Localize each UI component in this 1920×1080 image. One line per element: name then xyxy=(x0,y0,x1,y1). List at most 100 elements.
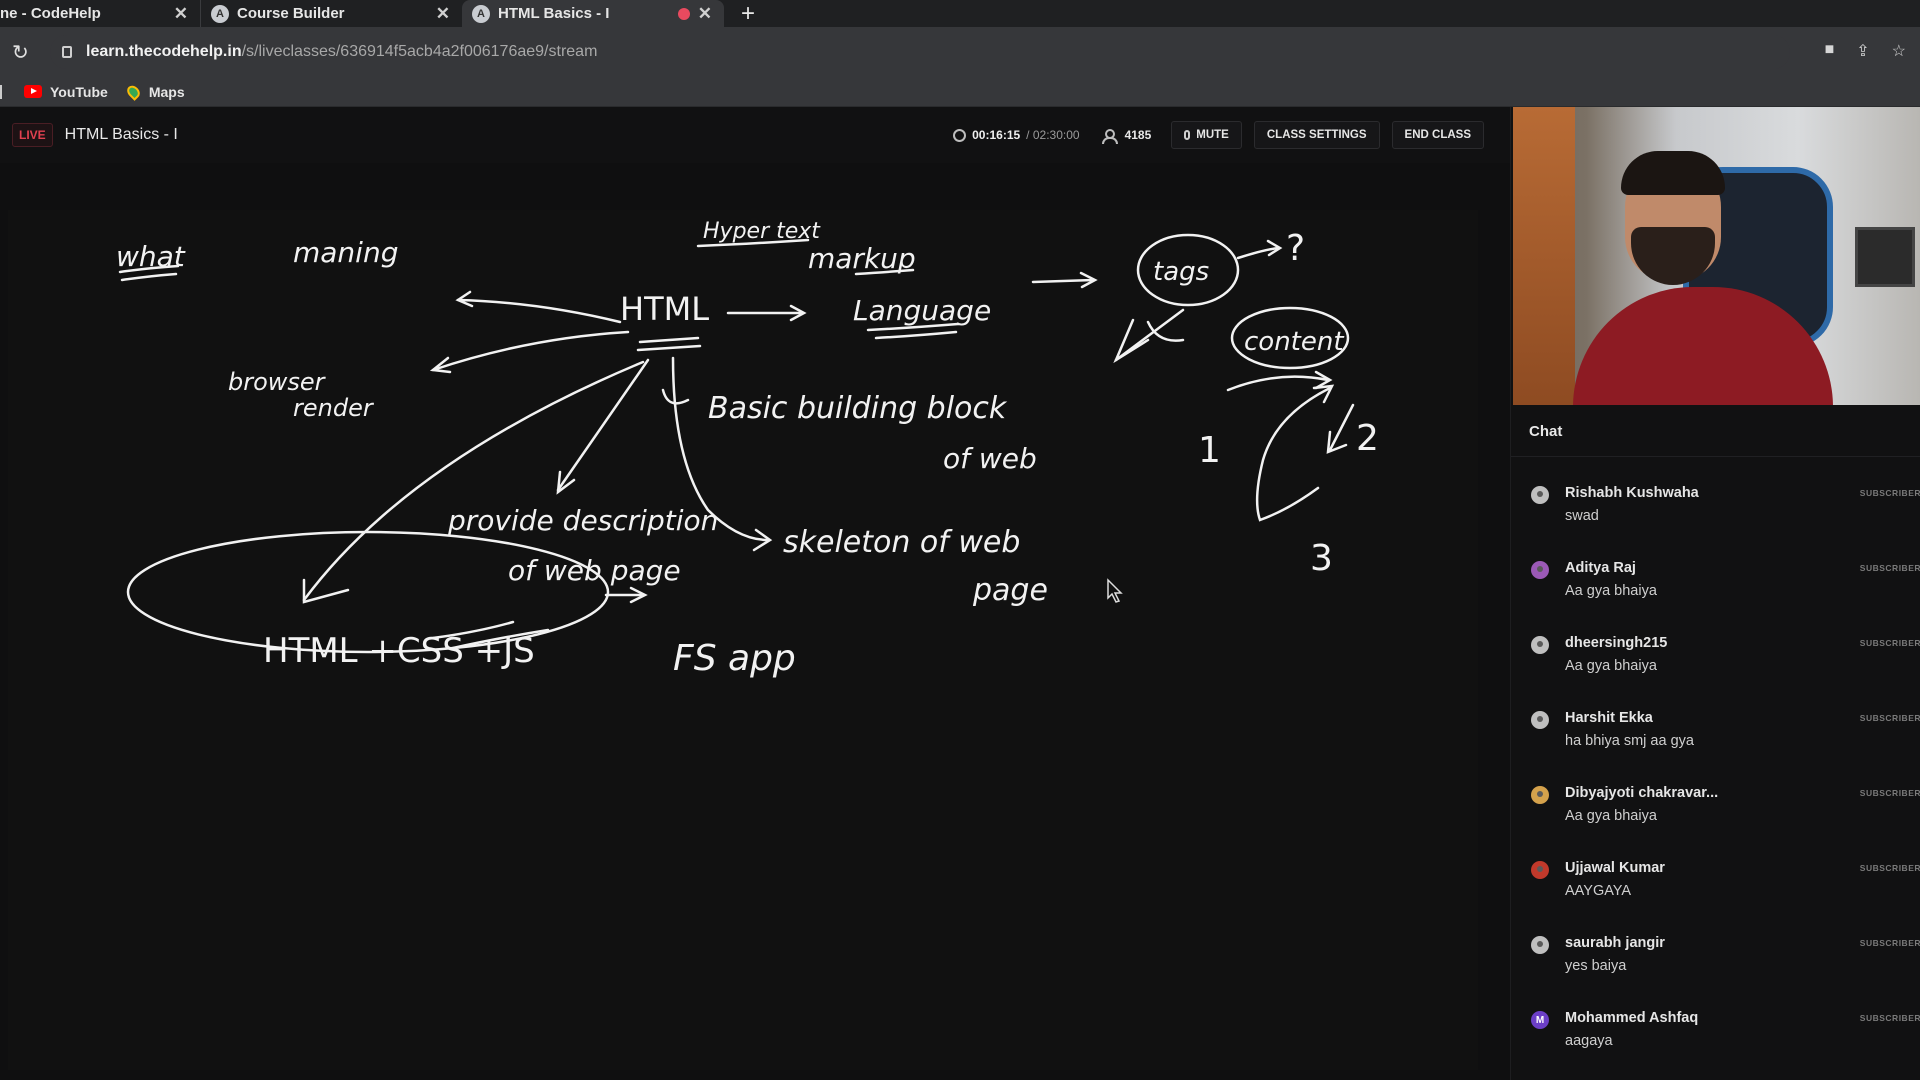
chat-message: Rishabh Kushwaha swad SUBSCRIBER xyxy=(1511,482,1920,557)
note-fs-app: FS app xyxy=(673,638,796,679)
note-what: what xyxy=(116,240,186,273)
subscriber-badge: SUBSCRIBER xyxy=(1859,788,1920,798)
note-of-web-page: of web page xyxy=(508,554,681,587)
bookmark-label: YouTube xyxy=(50,83,108,100)
reload-icon[interactable]: ↻ xyxy=(12,40,29,65)
close-tab-icon[interactable]: ✕ xyxy=(174,4,188,24)
address-bar-row: ↻ learn.thecodehelp.in/s/liveclasses/636… xyxy=(0,27,1920,77)
apps-icon[interactable] xyxy=(0,84,6,99)
subscriber-badge: SUBSCRIBER xyxy=(1859,563,1920,573)
note-of-web: of web xyxy=(943,442,1037,475)
note-question: ? xyxy=(1286,228,1305,269)
recording-icon xyxy=(678,8,690,20)
right-panel: Chat Rishabh Kushwaha swad SUBSCRIBER Ad… xyxy=(1510,107,1920,1080)
chat-text: aagaya xyxy=(1565,1033,1613,1049)
subscriber-badge: SUBSCRIBER xyxy=(1859,488,1920,498)
avatar xyxy=(1531,486,1549,504)
clock-icon xyxy=(953,128,967,142)
camera-icon[interactable]: ■ xyxy=(1825,41,1835,61)
chat-message: saurabh jangir yes baiya SUBSCRIBER xyxy=(1511,932,1920,1007)
chat-text: Aa gya bhaiya xyxy=(1565,658,1657,674)
bookmark-maps[interactable]: Maps xyxy=(124,82,185,101)
class-controls: 00:16:15 / 02:30:00 4185 MUTE CLASS SETT… xyxy=(953,121,1484,149)
subscriber-badge: SUBSCRIBER xyxy=(1859,863,1920,873)
chat-message: Dibyajyoti chakravar... Aa gya bhaiya SU… xyxy=(1511,782,1920,857)
mute-button[interactable]: MUTE xyxy=(1171,121,1242,149)
lock-icon xyxy=(62,46,72,58)
codehelp-icon: A xyxy=(472,4,490,23)
note-three: 3 xyxy=(1310,538,1333,579)
subscriber-badge: SUBSCRIBER xyxy=(1859,638,1920,648)
share-icon[interactable]: ⇪ xyxy=(1856,41,1869,61)
chat-title: Chat xyxy=(1511,405,1920,457)
chat-text: yes baiya xyxy=(1565,958,1627,974)
class-timer: 00:16:15 / 02:30:00 xyxy=(953,128,1080,142)
note-markup: markup xyxy=(808,242,916,275)
tab-label: Course Builder xyxy=(237,5,345,22)
chat-message: dheersingh215 Aa gya bhaiya SUBSCRIBER xyxy=(1511,632,1920,707)
note-language: Language xyxy=(853,294,991,327)
end-class-button[interactable]: END CLASS xyxy=(1391,121,1484,149)
subscriber-badge: SUBSCRIBER xyxy=(1859,1013,1920,1023)
chat-text: swad xyxy=(1565,508,1599,524)
note-page: page xyxy=(972,573,1048,608)
tab-label: HTML Basics - I xyxy=(498,5,610,22)
url-host: learn.thecodehelp.in xyxy=(86,43,242,60)
url-field[interactable]: learn.thecodehelp.in/s/liveclasses/63691… xyxy=(50,35,1790,69)
bookmarks-bar: YouTube Maps xyxy=(0,77,1920,107)
note-provide: provide description xyxy=(447,504,718,537)
note-tags: tags xyxy=(1153,257,1209,287)
chat-list: Rishabh Kushwaha swad SUBSCRIBER Aditya … xyxy=(1511,482,1920,1080)
note-render: render xyxy=(293,394,375,422)
browser-tab-bar: ne - CodeHelp ✕ A Course Builder ✕ A HTM… xyxy=(0,0,1920,27)
note-basic: Basic building block xyxy=(708,391,1008,426)
note-content: content xyxy=(1244,327,1344,357)
tab-codehelp[interactable]: ne - CodeHelp ✕ xyxy=(0,0,200,27)
chat-text: Aa gya bhaiya xyxy=(1565,808,1657,824)
class-settings-button[interactable]: CLASS SETTINGS xyxy=(1253,121,1380,149)
viewer-count-value: 4185 xyxy=(1124,128,1152,142)
subscriber-badge: SUBSCRIBER xyxy=(1859,938,1920,948)
time-elapsed: 00:16:15 xyxy=(972,128,1021,142)
close-tab-icon[interactable]: ✕ xyxy=(698,4,712,24)
note-html: HTML xyxy=(620,290,709,328)
mute-label: MUTE xyxy=(1196,129,1229,141)
subscriber-badge: SUBSCRIBER xyxy=(1859,713,1920,723)
class-header: LIVE HTML Basics - I 00:16:15 / 02:30:00… xyxy=(0,107,1510,163)
chat-message: M Mohammed Ashfaq aagaya SUBSCRIBER xyxy=(1511,1007,1920,1080)
note-browser: browser xyxy=(228,368,327,396)
bookmark-youtube[interactable]: YouTube xyxy=(24,84,108,100)
note-stack: HTML +CSS +JS xyxy=(263,631,535,671)
class-title: HTML Basics - I xyxy=(64,126,178,143)
tab-label: ne - CodeHelp xyxy=(0,5,101,22)
note-one: 1 xyxy=(1198,430,1221,471)
avatar xyxy=(1531,936,1549,954)
viewer-count: 4185 xyxy=(1101,128,1152,144)
avatar xyxy=(1531,636,1549,654)
note-two: 2 xyxy=(1356,418,1379,459)
url-path: /s/liveclasses/636914f5acb4a2f006176ae9/… xyxy=(241,43,598,60)
browser-actions: ■ ⇪ ☆ xyxy=(1825,41,1906,61)
note-hypertext: Hyper text xyxy=(703,219,821,244)
tab-html-basics[interactable]: A HTML Basics - I ✕ xyxy=(462,0,724,27)
note-skeleton: skeleton of web xyxy=(783,525,1020,560)
avatar: M xyxy=(1531,1011,1549,1029)
bookmark-label: Maps xyxy=(148,83,185,100)
avatar xyxy=(1531,786,1549,804)
chat-text: ha bhiya smj aa gya xyxy=(1565,733,1694,749)
tab-course-builder[interactable]: A Course Builder ✕ xyxy=(200,0,462,27)
youtube-icon xyxy=(24,85,42,98)
star-icon[interactable]: ☆ xyxy=(1892,41,1906,61)
chat-message: Aditya Raj Aa gya bhaiya SUBSCRIBER xyxy=(1511,557,1920,632)
cursor-icon xyxy=(1107,578,1123,603)
chat-text: AAYGAYA xyxy=(1565,883,1632,899)
chat-text: Aa gya bhaiya xyxy=(1565,583,1657,599)
close-tab-icon[interactable]: ✕ xyxy=(436,4,450,24)
chat-message: Ujjawal Kumar AAYGAYA SUBSCRIBER xyxy=(1511,857,1920,932)
avatar xyxy=(1531,561,1549,579)
avatar xyxy=(1531,861,1549,879)
new-tab-button[interactable]: + xyxy=(732,0,764,27)
instructor-video xyxy=(1513,107,1920,405)
maps-icon xyxy=(124,82,143,101)
whiteboard[interactable]: what maning browser render Hyper text ma… xyxy=(8,210,1478,1070)
